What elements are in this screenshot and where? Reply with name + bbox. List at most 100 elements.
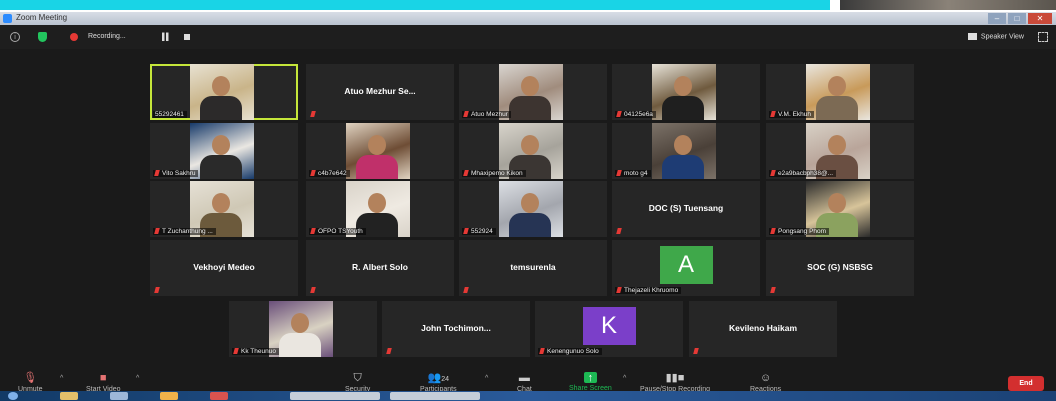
smiley-icon: ☺ bbox=[759, 372, 772, 384]
meeting-info-bar: i Recording... ▌▌ Speaker View bbox=[0, 25, 1056, 49]
fullscreen-icon[interactable] bbox=[1038, 32, 1048, 42]
share-options-caret-icon[interactable]: ^ bbox=[623, 375, 626, 382]
start-icon[interactable] bbox=[8, 392, 18, 400]
minimize-icon[interactable]: – bbox=[988, 13, 1006, 24]
speaker-view-button[interactable]: Speaker View bbox=[967, 33, 1024, 41]
participant-tile[interactable]: 55292461 bbox=[150, 64, 298, 120]
participant-name: Atuo Mezhur Se... bbox=[344, 86, 416, 97]
grid-icon bbox=[967, 33, 977, 40]
participant-name-label: Thejazeli Khruomo bbox=[615, 287, 682, 294]
participant-name: T Zuchanthung ... bbox=[162, 228, 213, 235]
participant-name: Vito Sakhru bbox=[162, 170, 196, 177]
participants-button[interactable]: 👥24 Participants bbox=[420, 372, 457, 393]
muted-mic-icon bbox=[154, 228, 160, 235]
participant-shoulders bbox=[509, 213, 551, 237]
participant-tile[interactable]: Atuo Mezhur bbox=[459, 64, 607, 120]
participant-name: c4b7e642 bbox=[318, 170, 347, 177]
app-icon[interactable] bbox=[160, 392, 178, 400]
video-off-icon: ■ bbox=[99, 372, 107, 384]
browser-accent-band bbox=[0, 0, 830, 10]
video-options-caret-icon[interactable]: ^ bbox=[136, 375, 139, 382]
muted-mic-icon bbox=[463, 287, 469, 293]
participant-shoulders bbox=[356, 155, 398, 179]
participant-tile[interactable]: K Kenengunuo Solo bbox=[535, 301, 683, 357]
participant-video bbox=[346, 123, 410, 179]
encryption-shield-icon[interactable] bbox=[38, 32, 47, 42]
muted-mic-icon bbox=[310, 170, 316, 177]
close-icon[interactable]: ✕ bbox=[1028, 13, 1052, 24]
chat-button[interactable]: ▬ Chat bbox=[517, 372, 532, 393]
participant-tile[interactable]: A Thejazeli Khruomo bbox=[612, 240, 760, 296]
muted-mic-icon bbox=[770, 170, 776, 177]
speaker-view-label: Speaker View bbox=[980, 33, 1024, 41]
pause-stop-recording-button[interactable]: ▮▮■ Pause/Stop Recording bbox=[640, 372, 710, 393]
participant-name-label: moto g4 bbox=[615, 170, 651, 177]
muted-mic-icon bbox=[616, 228, 622, 234]
participant-name: OFPO TSYouth bbox=[318, 228, 363, 235]
unmute-button[interactable]: 🎙 Unmute bbox=[18, 372, 43, 393]
participant-figure bbox=[828, 135, 846, 155]
microphone-muted-icon: 🎙 bbox=[23, 372, 38, 384]
participant-name-label: Vito Sakhru bbox=[153, 170, 199, 177]
participant-shoulders bbox=[662, 155, 704, 179]
muted-mic-icon bbox=[693, 348, 699, 354]
participant-tile[interactable]: Kk Theunuo bbox=[229, 301, 377, 357]
muted-mic-icon bbox=[770, 111, 776, 118]
participant-shoulders bbox=[200, 96, 242, 120]
participant-tile[interactable]: V.M. Ekhuh bbox=[766, 64, 914, 120]
muted-mic-icon bbox=[616, 111, 622, 118]
participant-name: R. Albert Solo bbox=[352, 262, 408, 273]
participant-tile[interactable]: Atuo Mezhur Se... bbox=[306, 64, 454, 120]
participant-tile[interactable]: Kevileno Haikam bbox=[689, 301, 837, 357]
participant-tile[interactable]: R. Albert Solo bbox=[306, 240, 454, 296]
participant-tile[interactable]: Pongsang Phom bbox=[766, 181, 914, 237]
share-screen-button[interactable]: ↑ Share Screen bbox=[569, 372, 612, 392]
maximize-icon[interactable]: □ bbox=[1008, 13, 1026, 24]
participant-tile[interactable]: Vito Sakhru bbox=[150, 123, 298, 179]
participant-tile[interactable]: Mhaxipemo Kikon bbox=[459, 123, 607, 179]
participant-shoulders bbox=[662, 96, 704, 120]
participant-tile[interactable]: e2a9bacbph38@... bbox=[766, 123, 914, 179]
participants-icon: 👥24 bbox=[427, 372, 450, 384]
participant-name-label: Atuo Mezhur bbox=[462, 111, 511, 118]
zoom-app-icon bbox=[3, 14, 12, 23]
taskbar-window[interactable] bbox=[290, 392, 380, 400]
muted-mic-icon bbox=[386, 348, 392, 354]
stop-recording-icon[interactable] bbox=[184, 34, 190, 40]
participant-tile[interactable]: moto g4 bbox=[612, 123, 760, 179]
pause-recording-icon[interactable]: ▌▌ bbox=[162, 34, 171, 41]
app-icon[interactable] bbox=[210, 392, 228, 400]
reactions-button[interactable]: ☺ Reactions bbox=[750, 372, 781, 393]
participant-avatar: A bbox=[659, 246, 713, 284]
security-button[interactable]: ⛉ Security bbox=[345, 372, 370, 393]
participant-name: SOC (G) NSBSG bbox=[807, 262, 873, 273]
participant-tile[interactable]: DOC (S) Tuensang bbox=[612, 181, 760, 237]
participant-name: Kenengunuo Solo bbox=[547, 348, 599, 355]
participant-tile[interactable]: 552924 bbox=[459, 181, 607, 237]
participant-name-label: V.M. Ekhuh bbox=[769, 111, 815, 118]
participant-tile[interactable]: OFPO TSYouth bbox=[306, 181, 454, 237]
participant-name: Vekhoyi Medeo bbox=[193, 262, 255, 273]
end-meeting-button[interactable]: End bbox=[1008, 376, 1044, 391]
participant-tile[interactable]: c4b7e642 bbox=[306, 123, 454, 179]
folder-icon[interactable] bbox=[60, 392, 78, 400]
participant-tile[interactable]: 04125e6a bbox=[612, 64, 760, 120]
audio-options-caret-icon[interactable]: ^ bbox=[60, 375, 63, 382]
windows-taskbar bbox=[0, 391, 1056, 401]
info-icon[interactable]: i bbox=[10, 32, 20, 42]
taskbar-window[interactable] bbox=[390, 392, 480, 400]
participant-shoulders bbox=[200, 155, 242, 179]
participants-caret-icon[interactable]: ^ bbox=[485, 375, 488, 382]
title-bar: Zoom Meeting – □ ✕ bbox=[0, 12, 1056, 25]
window-controls: – □ ✕ bbox=[988, 13, 1052, 24]
start-video-button[interactable]: ■ Start Video bbox=[86, 372, 121, 393]
participant-tile[interactable]: SOC (G) NSBSG bbox=[766, 240, 914, 296]
participant-tile[interactable]: temsurenla bbox=[459, 240, 607, 296]
participant-tile[interactable]: Vekhoyi Medeo bbox=[150, 240, 298, 296]
participant-video bbox=[806, 64, 870, 120]
participant-name-label: e2a9bacbph38@... bbox=[769, 170, 837, 177]
participant-tile[interactable]: T Zuchanthung ... bbox=[150, 181, 298, 237]
browser-icon[interactable] bbox=[110, 392, 128, 400]
participant-figure bbox=[521, 76, 539, 96]
participant-tile[interactable]: John Tochimon... bbox=[382, 301, 530, 357]
